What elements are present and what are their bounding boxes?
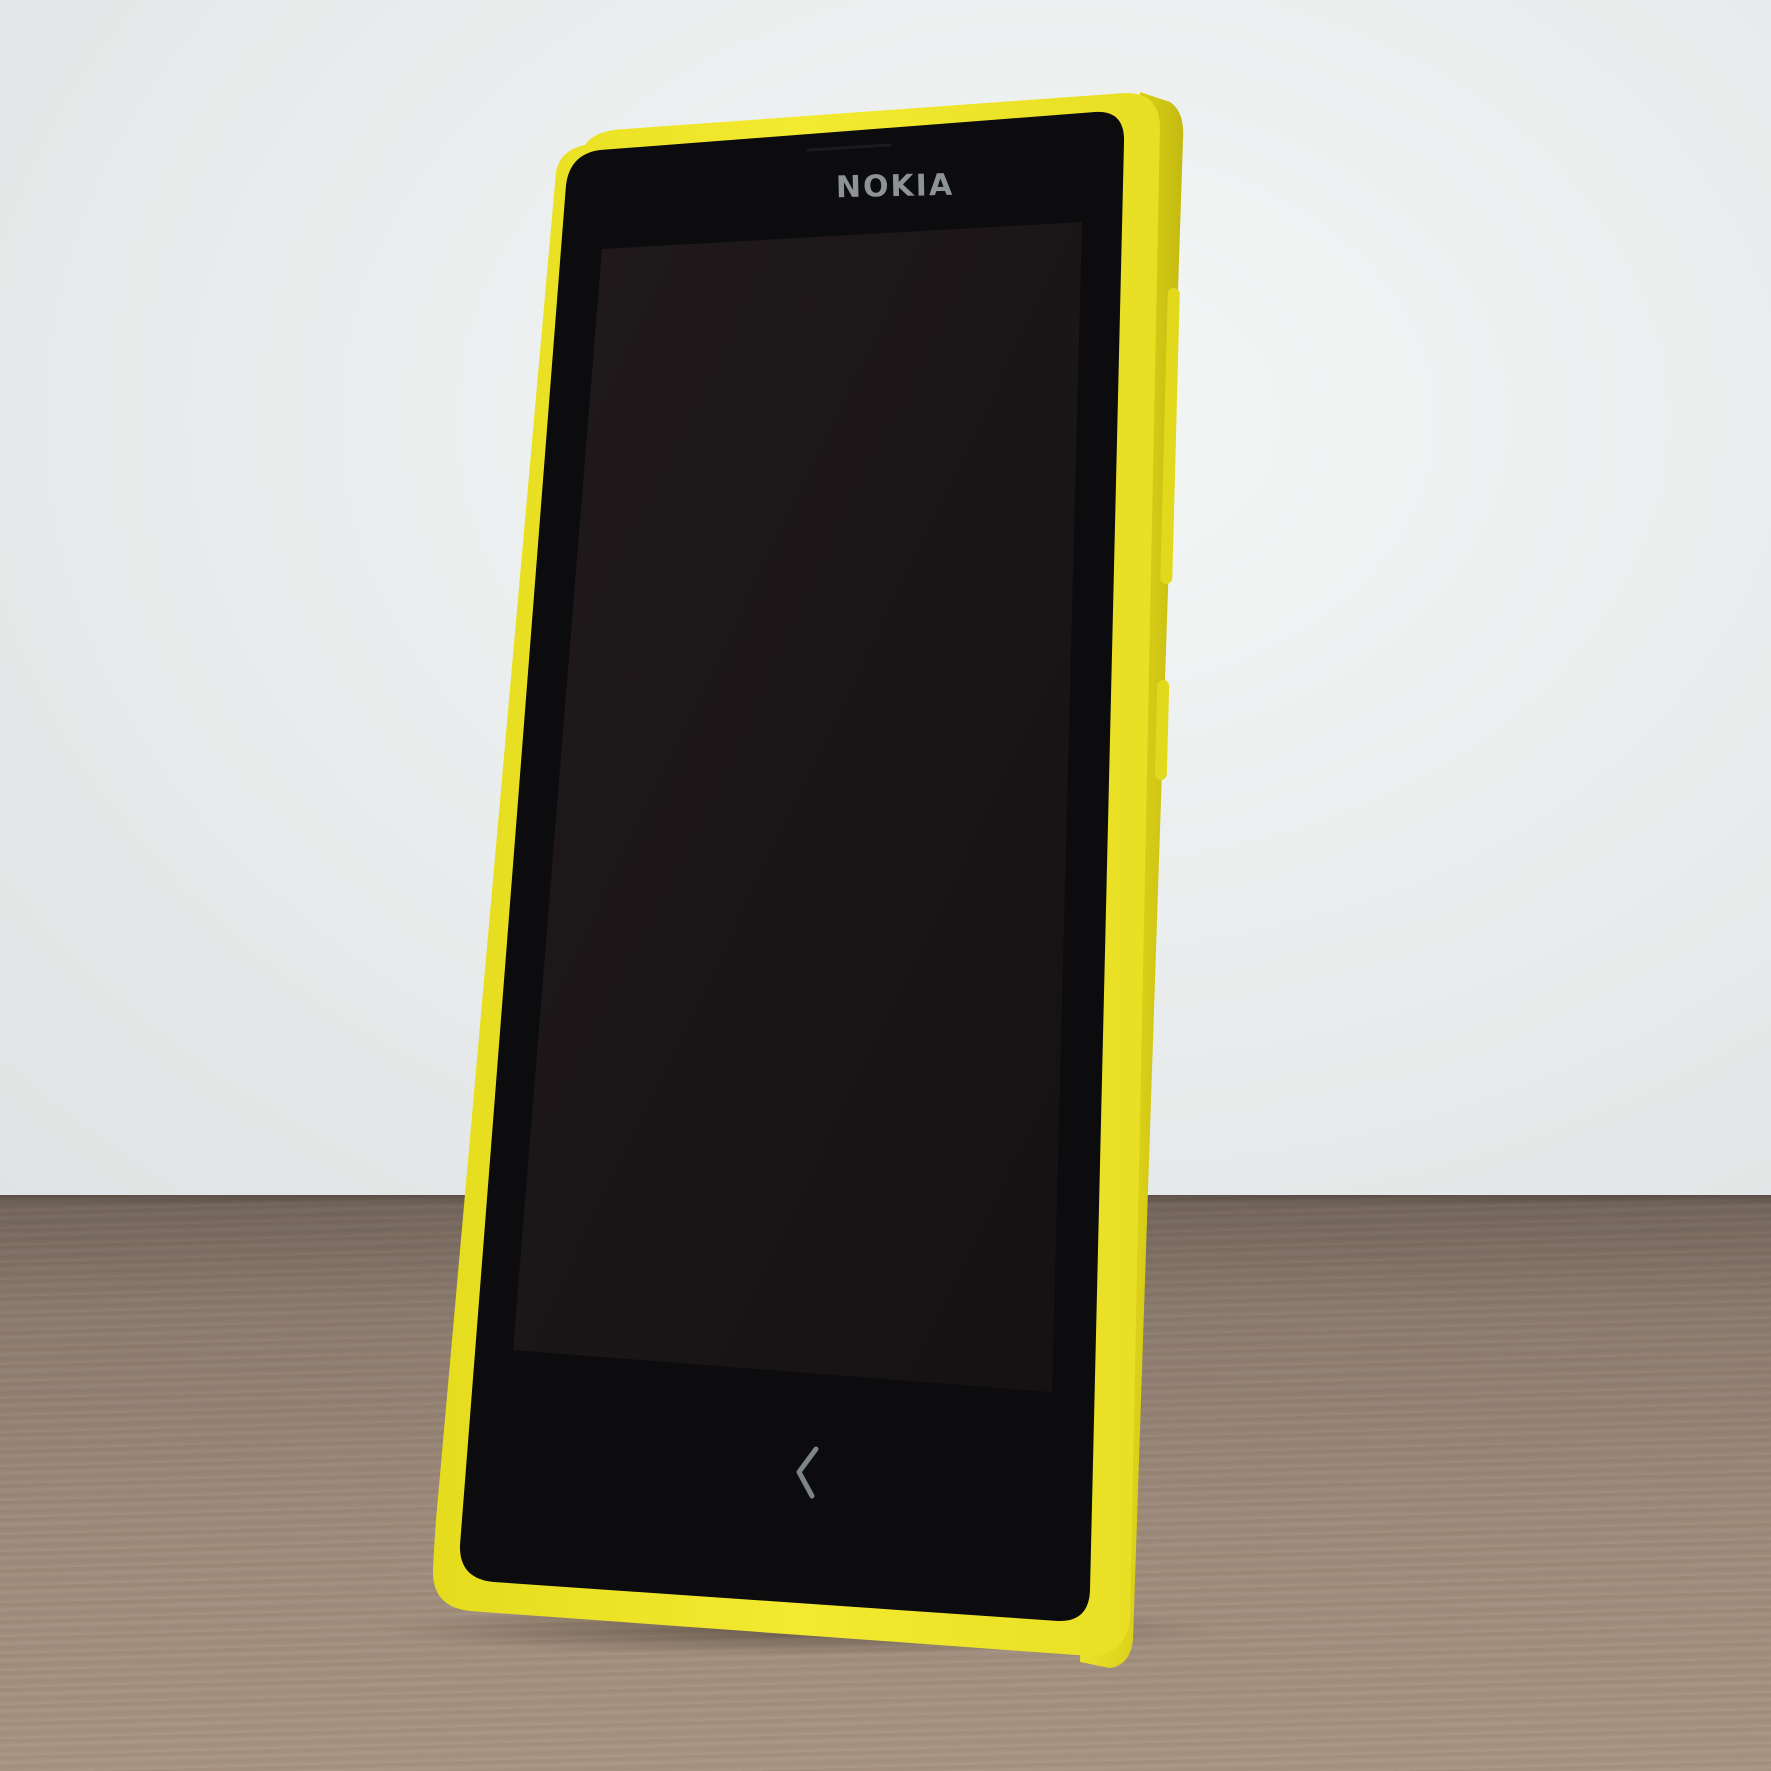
brand-logo: NOKIA — [835, 167, 955, 206]
phone-screen — [513, 222, 1082, 1392]
photo-scene: NOKIA — [0, 0, 1771, 1771]
phone-illustration — [380, 92, 1220, 1668]
